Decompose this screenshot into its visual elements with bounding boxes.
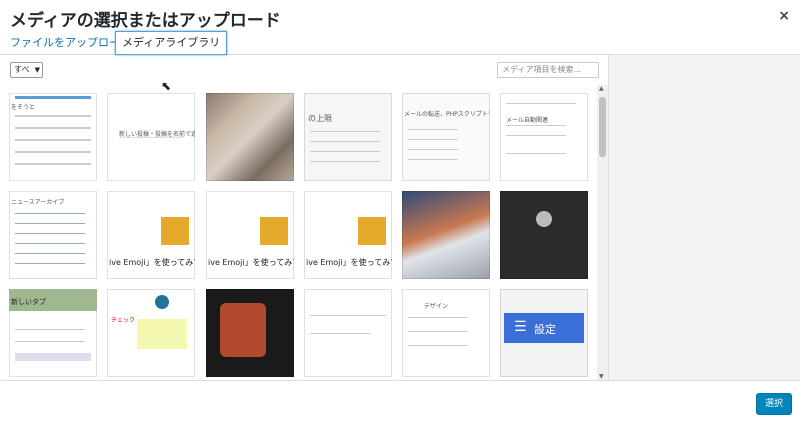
attachment-details-sidebar bbox=[608, 55, 800, 380]
chevron-down-icon: ▼ bbox=[34, 66, 40, 74]
media-content: すべ ▼ メディア項目を検索... ⬉ をそうと 新しい投稿・投稿を名前で追加 … bbox=[0, 55, 608, 380]
media-tile[interactable]: ニュースアーカイブ bbox=[9, 191, 97, 279]
modal-title: メディアの選択またはアップロード bbox=[10, 11, 281, 31]
scroll-down-icon[interactable]: ▼ bbox=[599, 373, 604, 380]
media-tile[interactable]: 新しいタブ bbox=[9, 289, 97, 377]
scroll-up-icon[interactable]: ▲ bbox=[599, 85, 604, 92]
select-button[interactable]: 選択 bbox=[755, 393, 792, 415]
media-tile[interactable]: ☰ 設定 bbox=[500, 289, 588, 377]
media-tabs: ファイルをアップロード メディアライブラリ bbox=[0, 30, 800, 55]
mouse-cursor-icon: ⬉ bbox=[161, 79, 172, 93]
grid-scrollbar[interactable]: ▲ ▼ bbox=[597, 85, 608, 380]
media-tile[interactable] bbox=[206, 289, 294, 377]
media-tile[interactable] bbox=[304, 289, 392, 377]
media-tile[interactable] bbox=[402, 191, 490, 279]
modal-footer: 選択 bbox=[0, 380, 800, 425]
media-tile[interactable]: デザイン bbox=[402, 289, 490, 377]
media-tile[interactable] bbox=[500, 191, 588, 279]
filter-select[interactable]: すべ ▼ bbox=[10, 62, 43, 78]
media-tile[interactable]: メールの転送、PHPスクリプトでの bbox=[402, 93, 490, 181]
media-tile[interactable]: ive Emoji」を使ってみてくだ bbox=[304, 191, 392, 279]
media-tile[interactable]: ive Emoji」を使ってみてくだ bbox=[206, 191, 294, 279]
filter-selected-label: すべ bbox=[14, 65, 30, 74]
media-tile[interactable]: メール自動関連 bbox=[500, 93, 588, 181]
scrollbar-thumb[interactable] bbox=[599, 97, 606, 157]
search-input[interactable]: メディア項目を検索... bbox=[497, 62, 599, 78]
menu-icon: ☰ bbox=[514, 319, 527, 335]
tab-media-library[interactable]: メディアライブラリ bbox=[115, 31, 228, 55]
media-tile[interactable]: をそうと bbox=[9, 93, 97, 181]
media-tile[interactable]: 新しい投稿・投稿を名前で追加 bbox=[107, 93, 195, 181]
media-tile[interactable]: チェック bbox=[107, 289, 195, 377]
media-tile[interactable]: ive Emoji」を使ってみてくだ bbox=[107, 191, 195, 279]
media-tile[interactable]: の上限 bbox=[304, 93, 392, 181]
close-icon[interactable]: × bbox=[778, 8, 790, 24]
media-tile[interactable] bbox=[206, 93, 294, 181]
